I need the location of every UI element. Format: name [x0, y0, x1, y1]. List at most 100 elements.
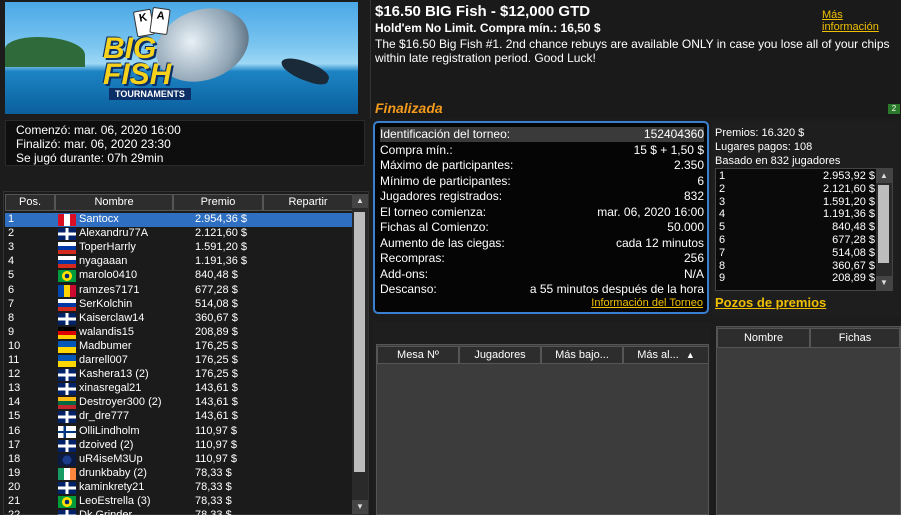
player-row[interactable]: 21 LeoEstrella (3) 78,33 $ — [5, 495, 352, 509]
player-prize: 1.191,36 $ — [195, 255, 247, 268]
players-scrollbar[interactable]: ▲ ▼ — [352, 194, 368, 514]
player-prize: 78,33 $ — [195, 495, 232, 507]
prize-amount: 1.591,20 $ — [823, 195, 875, 208]
player-row[interactable]: 4 nyagaaan 1.191,36 $ — [5, 255, 352, 269]
prize-amount: 2.121,60 $ — [823, 182, 875, 195]
col-prize[interactable]: Premio — [173, 194, 263, 211]
col-highest[interactable]: Más al... ▲ — [623, 346, 709, 364]
player-row[interactable]: 2 Alexandru77A 2.121,60 $ — [5, 227, 352, 241]
player-row[interactable]: 1 Santocx 2.954,36 $ — [5, 213, 352, 227]
table-players-list[interactable]: Nombre Fichas — [716, 326, 901, 515]
player-row[interactable]: 9 walandis15 208,89 $ — [5, 326, 352, 340]
more-info-link[interactable]: Más información — [822, 9, 901, 33]
info-row: Fichas al Comienzo: 50.000 — [380, 220, 704, 235]
prize-pools-link[interactable]: Pozos de premios — [715, 295, 826, 310]
col-lowest[interactable]: Más bajo... — [541, 346, 623, 364]
info-label: El torneo comienza: — [380, 204, 487, 219]
scrollbar-thumb[interactable] — [354, 212, 365, 472]
info-row: Recompras: 256 — [380, 251, 704, 266]
player-row[interactable]: 11 darrell007 176,25 $ — [5, 354, 352, 368]
player-row[interactable]: 20 kaminkrety21 78,33 $ — [5, 481, 352, 495]
player-row[interactable]: 5 marolo0410 840,48 $ — [5, 269, 352, 283]
player-row[interactable]: 13 xinasregal21 143,61 $ — [5, 382, 352, 396]
col-deal[interactable]: Repartir — [263, 194, 353, 211]
tournament-subtitle: Hold'em No Limit. Compra mín.: 16,50 $ — [375, 21, 601, 35]
flag-icon — [58, 510, 76, 515]
language-icon: 2 — [888, 104, 900, 114]
player-pos: 21 — [8, 495, 21, 507]
prize-amount: 677,28 $ — [832, 234, 875, 246]
info-value: 15 $ + 1,50 $ — [633, 142, 704, 157]
started-text: Comenzó: mar. 06, 2020 16:00 — [16, 123, 181, 137]
flag-icon — [58, 481, 76, 494]
flag-icon — [58, 326, 76, 339]
scroll-down-icon[interactable]: ▼ — [352, 500, 368, 514]
col-chips[interactable]: Fichas — [810, 328, 900, 348]
player-row[interactable]: 10 Madbumer 176,25 $ — [5, 340, 352, 354]
tournament-info-link[interactable]: Información del Torneo — [591, 297, 703, 309]
player-row[interactable]: 15 dr_dre777 143,61 $ — [5, 410, 352, 424]
player-prize: 1.591,20 $ — [195, 241, 247, 254]
player-name: Alexandru77A — [79, 227, 149, 240]
info-value: 50.000 — [667, 220, 704, 234]
info-row: Add-ons: N/A — [380, 267, 704, 282]
prize-panel: Premios: 16.320 $ Lugares pagos: 108 Bas… — [712, 121, 901, 316]
flag-icon — [58, 270, 76, 283]
player-pos: 3 — [8, 241, 15, 254]
players-table: Pos. Nombre Premio Repartir 1 Santocx 2.95… — [3, 191, 369, 515]
player-pos: 1 — [8, 213, 15, 225]
player-row[interactable]: 18 uR4iseM3Up 110,97 $ — [5, 453, 352, 467]
prize-total: Premios: 16.320 $ — [715, 127, 805, 139]
info-label: Fichas al Comienzo: — [380, 220, 489, 234]
player-name: ToperHarrly — [79, 241, 136, 254]
player-pos: 12 — [8, 368, 21, 381]
col-players[interactable]: Jugadores — [459, 346, 541, 364]
player-row[interactable]: 17 dzoived (2) 110,97 $ — [5, 439, 352, 453]
player-prize: 78,33 $ — [195, 509, 232, 515]
scroll-down-icon[interactable]: ▼ — [876, 276, 892, 290]
player-name: Dk Grinder — [79, 509, 132, 515]
player-name: uR4iseM3Up — [79, 452, 143, 465]
col-table-no[interactable]: Mesa Nº — [377, 346, 459, 364]
flag-icon — [58, 284, 76, 297]
player-prize: 176,25 $ — [195, 339, 238, 352]
prize-row: 9 208,89 $ — [719, 272, 875, 284]
prize-place: 3 — [719, 195, 726, 208]
player-row[interactable]: 14 Destroyer300 (2) 143,61 $ — [5, 396, 352, 410]
card-a: A — [149, 6, 171, 36]
player-row[interactable]: 22 Dk Grinder 78,33 $ — [5, 509, 352, 515]
col-name[interactable]: Nombre — [55, 194, 173, 211]
prize-list[interactable]: 1 2.953,92 $ 2 2.121,60 $ 3 1.591,20 $ 4 1.191,… — [715, 168, 893, 291]
flag-icon — [58, 242, 76, 255]
flag-icon — [58, 312, 76, 325]
prize-row: 7 514,08 $ — [719, 247, 875, 259]
flag-icon — [58, 397, 76, 410]
tables-list[interactable]: Mesa Nº Jugadores Más bajo... Más al... … — [376, 344, 709, 515]
player-name: marolo0410 — [79, 269, 138, 282]
player-row[interactable]: 12 Kashera13 (2) 176,25 $ — [5, 368, 352, 382]
prize-scrollbar[interactable]: ▲ ▼ — [876, 169, 892, 290]
flag-icon — [58, 496, 76, 508]
player-row[interactable]: 3 ToperHarrly 1.591,20 $ — [5, 241, 352, 255]
prize-place: 9 — [719, 272, 726, 285]
player-row[interactable]: 16 OlliLindholm 110,97 $ — [5, 425, 352, 439]
prize-amount: 840,48 $ — [832, 221, 875, 234]
col-pos[interactable]: Pos. — [5, 194, 55, 211]
player-prize: 514,08 $ — [195, 297, 238, 310]
scroll-up-icon[interactable]: ▲ — [876, 169, 892, 183]
player-row[interactable]: 19 drunkbaby (2) 78,33 $ — [5, 467, 352, 481]
player-name: OlliLindholm — [79, 424, 140, 437]
player-pos: 9 — [8, 325, 15, 338]
player-name: Santocx — [79, 213, 119, 225]
scroll-up-icon[interactable]: ▲ — [352, 194, 368, 208]
prize-row: 3 1.591,20 $ — [719, 196, 875, 208]
player-row[interactable]: 8 Kaiserclaw14 360,67 $ — [5, 312, 352, 326]
player-pos: 10 — [8, 339, 21, 352]
player-row[interactable]: 6 ramzes7171 677,28 $ — [5, 284, 352, 298]
player-prize: 143,61 $ — [195, 382, 238, 395]
col-player-name[interactable]: Nombre — [717, 328, 810, 348]
player-prize: 176,25 $ — [195, 354, 238, 366]
info-row: Mínimo de participantes: 6 — [380, 174, 704, 189]
player-row[interactable]: 7 SerKolchin 514,08 $ — [5, 298, 352, 312]
scrollbar-thumb[interactable] — [878, 185, 889, 263]
